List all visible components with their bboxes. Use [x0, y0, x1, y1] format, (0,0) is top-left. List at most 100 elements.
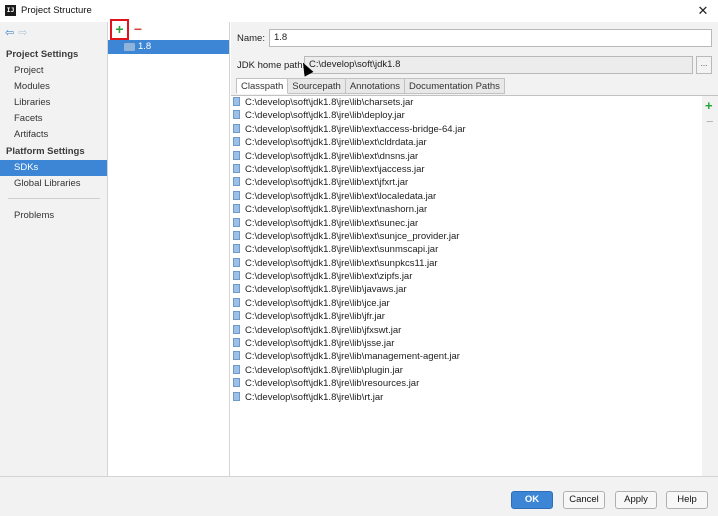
help-button[interactable]: Help [666, 491, 708, 509]
arrow-left-icon[interactable]: ⇦ [5, 26, 14, 39]
jar-icon [233, 204, 240, 214]
sdk-folder-icon [124, 43, 135, 51]
jar-icon [233, 123, 240, 133]
jar-icon [233, 190, 240, 200]
tab-annotations[interactable]: Annotations [345, 78, 406, 94]
classpath-row[interactable]: C:\develop\soft\jdk1.8\jre\lib\resources… [231, 377, 702, 390]
classpath-row[interactable]: C:\develop\soft\jdk1.8\jre\lib\ext\jacce… [231, 163, 702, 176]
classpath-path: C:\develop\soft\jdk1.8\jre\lib\resources… [245, 378, 420, 390]
nav-item-facets[interactable]: Facets [0, 111, 107, 127]
classpath-path: C:\develop\soft\jdk1.8\jre\lib\ext\zipfs… [245, 271, 413, 283]
classpath-row[interactable]: C:\develop\soft\jdk1.8\jre\lib\managemen… [231, 350, 702, 363]
classpath-row[interactable]: C:\develop\soft\jdk1.8\jre\lib\ext\zipfs… [231, 270, 702, 283]
classpath-row[interactable]: C:\develop\soft\jdk1.8\jre\lib\ext\cldrd… [231, 136, 702, 149]
add-classpath-button[interactable]: + [705, 98, 713, 113]
jar-icon [233, 244, 240, 254]
classpath-row[interactable]: C:\develop\soft\jdk1.8\jre\lib\ext\acces… [231, 123, 702, 136]
tab-bar: Classpath Sourcepath Annotations Documen… [236, 78, 505, 95]
nav-divider [8, 198, 100, 199]
ok-button[interactable]: OK [511, 491, 553, 509]
classpath-row[interactable]: C:\develop\soft\jdk1.8\jre\lib\javaws.ja… [231, 283, 702, 296]
jar-icon [233, 297, 240, 307]
classpath-row[interactable]: C:\develop\soft\jdk1.8\jre\lib\ext\sunpk… [231, 257, 702, 270]
project-settings-header: Project Settings [6, 49, 79, 60]
nav-item-project[interactable]: Project [0, 63, 107, 79]
nav-item-problems[interactable]: Problems [0, 208, 107, 224]
classpath-row[interactable]: C:\develop\soft\jdk1.8\jre\lib\ext\sunms… [231, 243, 702, 256]
classpath-side-toolbar: + − [702, 95, 718, 476]
jar-icon [233, 338, 240, 348]
classpath-row[interactable]: C:\develop\soft\jdk1.8\jre\lib\jce.jar [231, 297, 702, 310]
nav-arrows: ⇦ ⇨ [5, 26, 31, 39]
classpath-row[interactable]: C:\develop\soft\jdk1.8\jre\lib\ext\nasho… [231, 203, 702, 216]
jar-icon [233, 271, 240, 281]
jar-icon [233, 177, 240, 187]
jar-icon [233, 364, 240, 374]
classpath-row[interactable]: C:\develop\soft\jdk1.8\jre\lib\deploy.ja… [231, 109, 702, 122]
classpath-row[interactable]: C:\develop\soft\jdk1.8\jre\lib\ext\jfxrt… [231, 176, 702, 189]
sdk-list-item[interactable]: 1.8 [108, 40, 229, 54]
classpath-path: C:\develop\soft\jdk1.8\jre\lib\jfxswt.ja… [245, 324, 402, 336]
tab-documentation-paths[interactable]: Documentation Paths [405, 78, 505, 94]
classpath-row[interactable]: C:\develop\soft\jdk1.8\jre\lib\jfxswt.ja… [231, 324, 702, 337]
classpath-path: C:\develop\soft\jdk1.8\jre\lib\ext\sunjc… [245, 230, 460, 242]
classpath-path: C:\develop\soft\jdk1.8\jre\lib\jce.jar [245, 297, 390, 309]
cancel-button[interactable]: Cancel [563, 491, 605, 509]
jdk-home-field[interactable]: C:\develop\soft\jdk1.8 [304, 56, 693, 74]
classpath-row[interactable]: C:\develop\soft\jdk1.8\jre\lib\ext\sunjc… [231, 230, 702, 243]
remove-sdk-button[interactable]: − [132, 22, 144, 38]
nav-item-global-libraries[interactable]: Global Libraries [0, 176, 107, 192]
jar-icon [233, 257, 240, 267]
nav-item-libraries[interactable]: Libraries [0, 95, 107, 111]
jar-icon [233, 150, 240, 160]
browse-button[interactable]: ... [696, 56, 712, 74]
classpath-row[interactable]: C:\develop\soft\jdk1.8\jre\lib\jfr.jar [231, 310, 702, 323]
jar-icon [233, 284, 240, 294]
title-bar: IJ Project Structure ✕ [0, 0, 718, 22]
add-sdk-button[interactable]: + [110, 19, 129, 40]
classpath-path: C:\develop\soft\jdk1.8\jre\lib\ext\dnsns… [245, 150, 419, 162]
nav-item-sdks[interactable]: SDKs [0, 160, 107, 176]
classpath-row[interactable]: C:\develop\soft\jdk1.8\jre\lib\rt.jar [231, 391, 702, 404]
nav-item-modules[interactable]: Modules [0, 79, 107, 95]
remove-classpath-button[interactable]: − [706, 114, 714, 129]
classpath-row[interactable]: C:\develop\soft\jdk1.8\jre\lib\plugin.ja… [231, 364, 702, 377]
classpath-path: C:\develop\soft\jdk1.8\jre\lib\ext\acces… [245, 123, 466, 135]
classpath-list: C:\develop\soft\jdk1.8\jre\lib\charsets.… [231, 95, 702, 476]
tab-classpath[interactable]: Classpath [236, 78, 289, 94]
classpath-path: C:\develop\soft\jdk1.8\jre\lib\ext\sunpk… [245, 257, 438, 269]
classpath-row[interactable]: C:\develop\soft\jdk1.8\jre\lib\jsse.jar [231, 337, 702, 350]
classpath-path: C:\develop\soft\jdk1.8\jre\lib\ext\nasho… [245, 204, 428, 216]
dialog-button-bar: OK Cancel Apply Help [0, 476, 718, 516]
window-title: Project Structure [21, 5, 92, 16]
name-field[interactable]: 1.8 [269, 29, 712, 47]
classpath-path: C:\develop\soft\jdk1.8\jre\lib\ext\jfxrt… [245, 177, 409, 189]
classpath-path: C:\develop\soft\jdk1.8\jre\lib\charsets.… [245, 97, 414, 108]
jar-icon [233, 391, 240, 401]
classpath-path: C:\develop\soft\jdk1.8\jre\lib\jsse.jar [245, 338, 395, 350]
jar-icon [233, 311, 240, 321]
classpath-path: C:\develop\soft\jdk1.8\jre\lib\ext\sunec… [245, 217, 419, 229]
arrow-right-icon[interactable]: ⇨ [18, 26, 27, 39]
jar-icon [233, 97, 240, 106]
classpath-row[interactable]: C:\develop\soft\jdk1.8\jre\lib\charsets.… [231, 96, 702, 109]
classpath-path: C:\develop\soft\jdk1.8\jre\lib\ext\local… [245, 190, 437, 202]
intellij-app-icon: IJ [5, 5, 16, 16]
jar-icon [233, 324, 240, 334]
classpath-row[interactable]: C:\develop\soft\jdk1.8\jre\lib\ext\sunec… [231, 217, 702, 230]
tab-sourcepath[interactable]: Sourcepath [288, 78, 346, 94]
classpath-path: C:\develop\soft\jdk1.8\jre\lib\ext\cldrd… [245, 137, 427, 149]
platform-settings-header: Platform Settings [6, 146, 85, 157]
classpath-path: C:\develop\soft\jdk1.8\jre\lib\rt.jar [245, 391, 384, 403]
nav-item-artifacts[interactable]: Artifacts [0, 127, 107, 143]
classpath-path: C:\develop\soft\jdk1.8\jre\lib\ext\jacce… [245, 163, 425, 175]
jar-icon [233, 351, 240, 361]
close-button[interactable]: ✕ [688, 0, 718, 22]
name-label: Name: [237, 33, 265, 44]
classpath-row[interactable]: C:\develop\soft\jdk1.8\jre\lib\ext\local… [231, 190, 702, 203]
apply-button[interactable]: Apply [615, 491, 657, 509]
jar-icon [233, 378, 240, 388]
classpath-row[interactable]: C:\develop\soft\jdk1.8\jre\lib\ext\dnsns… [231, 150, 702, 163]
classpath-path: C:\develop\soft\jdk1.8\jre\lib\javaws.ja… [245, 284, 407, 296]
sdk-detail-panel: Name: 1.8 JDK home path: C:\develop\soft… [231, 22, 718, 476]
